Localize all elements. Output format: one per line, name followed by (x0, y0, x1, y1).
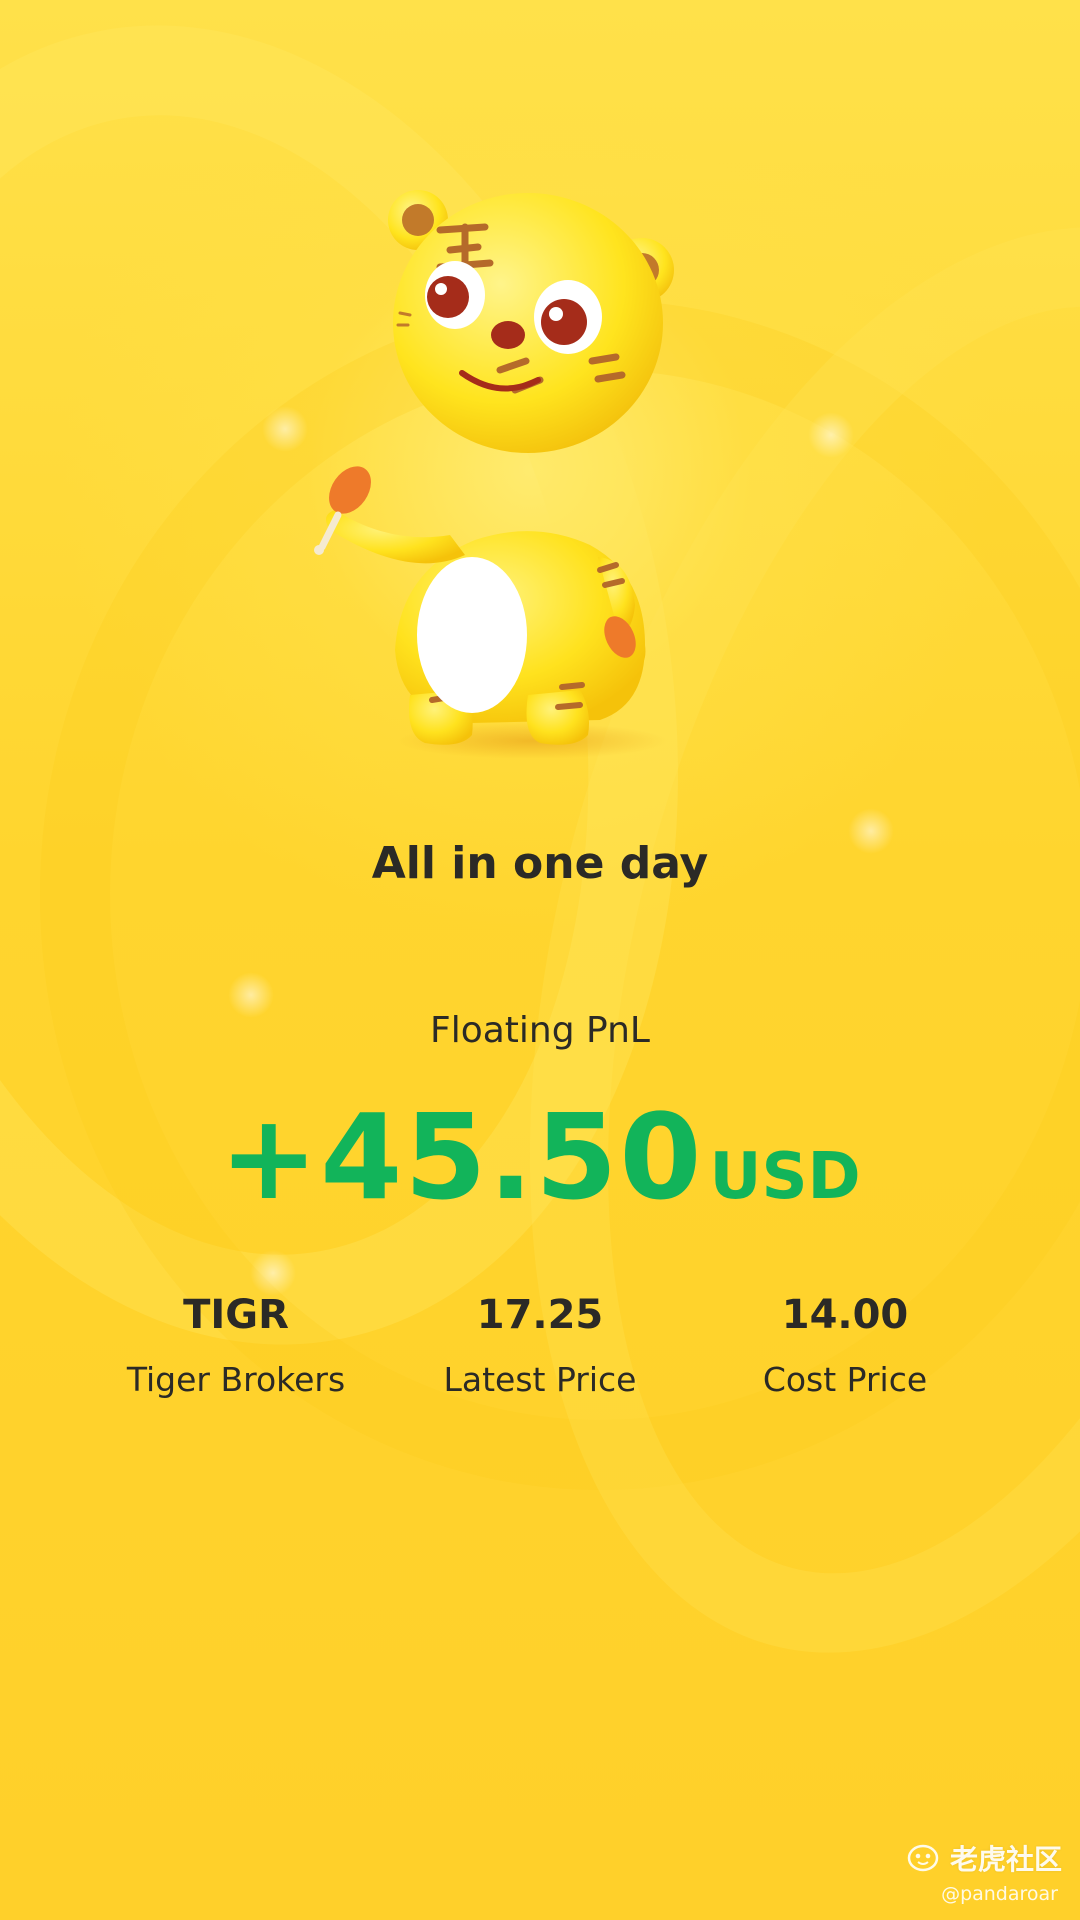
stat-cost-price: 14.00 Cost Price (685, 1290, 1005, 1402)
watermark-brand: 老虎社区 (949, 1843, 1062, 1876)
watermark: 老虎社区 (906, 1838, 1062, 1878)
company-name: Tiger Brokers (126, 1360, 346, 1399)
pnl-currency-unit: USD (709, 1140, 861, 1214)
sparkle (808, 412, 854, 458)
ticker-symbol: TIGR (183, 1292, 289, 1338)
floating-pnl-label: Floating PnL (430, 1010, 650, 1051)
cost-price-label: Cost Price (762, 1360, 928, 1399)
share-card: All in one day Floating PnL +45.50USD TI… (0, 0, 1080, 1920)
headline: All in one day (371, 838, 709, 889)
stat-latest-price: 17.25 Latest Price (380, 1290, 700, 1402)
stat-ticker: TIGR Tiger Brokers (76, 1290, 396, 1402)
pnl-amount: +45.50 (219, 1088, 704, 1226)
watermark-handle: @pandaroar (941, 1883, 1058, 1905)
cost-price-value: 14.00 (781, 1292, 909, 1338)
latest-price-value: 17.25 (476, 1292, 604, 1338)
tiger-community-logo-icon (907, 1844, 939, 1872)
tiger-mascot-illustration (314, 190, 674, 759)
latest-price-label: Latest Price (443, 1360, 637, 1399)
floating-pnl-value: +45.50USD (0, 1088, 1080, 1226)
